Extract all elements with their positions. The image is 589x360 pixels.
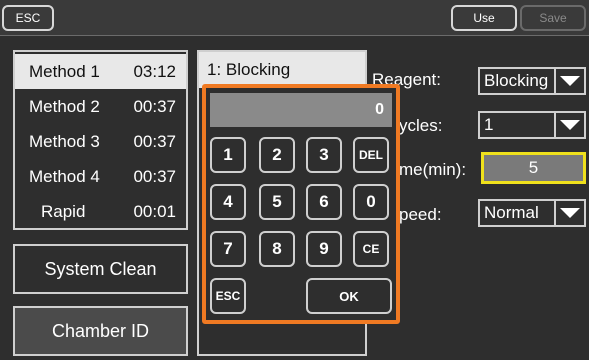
cycles-value: 1 xyxy=(484,115,494,134)
method-list: Method 1 03:12 Method 2 00:37 Method 3 0… xyxy=(13,50,188,230)
method-time: 00:37 xyxy=(133,96,176,116)
key-0[interactable]: 0 xyxy=(353,184,389,220)
esc-button[interactable]: ESC xyxy=(2,5,54,31)
time-label: me(min): xyxy=(399,160,467,179)
cycles-dropdown[interactable]: 1 xyxy=(478,111,586,139)
use-button[interactable]: Use xyxy=(451,5,517,31)
key-esc[interactable]: ESC xyxy=(210,278,246,314)
key-4[interactable]: 4 xyxy=(210,184,246,220)
time-input[interactable]: 5 xyxy=(481,152,586,184)
key-2[interactable]: 2 xyxy=(259,137,295,173)
method-time: 00:01 xyxy=(133,201,176,221)
method-name: Rapid xyxy=(41,201,86,221)
method-name: Method 1 xyxy=(29,61,100,81)
chevron-down-icon xyxy=(554,201,584,225)
key-5[interactable]: 5 xyxy=(259,184,295,220)
speed-value: Normal xyxy=(484,203,539,222)
key-7[interactable]: 7 xyxy=(210,231,246,267)
method-item-rapid[interactable]: Rapid 00:01 xyxy=(15,194,186,229)
save-button[interactable]: Save xyxy=(520,5,586,31)
key-ok[interactable]: OK xyxy=(306,278,392,314)
chevron-down-icon xyxy=(554,69,584,93)
method-item-4[interactable]: Method 4 00:37 xyxy=(15,159,186,194)
method-time: 03:12 xyxy=(133,61,176,81)
speed-label: peed: xyxy=(399,205,442,224)
reagent-value: Blocking xyxy=(484,71,549,90)
method-name: Method 3 xyxy=(29,131,100,151)
method-time: 00:37 xyxy=(133,131,176,151)
method-item-1[interactable]: Method 1 03:12 xyxy=(15,54,186,89)
reagent-dropdown[interactable]: Blocking xyxy=(478,67,586,95)
method-name: Method 4 xyxy=(29,166,100,186)
method-time: 00:37 xyxy=(133,166,176,186)
key-8[interactable]: 8 xyxy=(259,231,295,267)
method-name: Method 2 xyxy=(29,96,100,116)
step-item-1[interactable]: 1: Blocking xyxy=(199,52,365,88)
key-3[interactable]: 3 xyxy=(306,137,342,173)
cycles-label: ycles: xyxy=(399,116,443,135)
chevron-down-icon xyxy=(554,113,584,137)
speed-dropdown[interactable]: Normal xyxy=(478,199,586,227)
keypad-display: 0 xyxy=(210,93,392,127)
key-ce[interactable]: CE xyxy=(353,231,389,267)
chamber-id-button[interactable]: Chamber ID xyxy=(13,306,188,356)
key-del[interactable]: DEL xyxy=(353,137,389,173)
system-clean-button[interactable]: System Clean xyxy=(13,244,188,294)
key-6[interactable]: 6 xyxy=(306,184,342,220)
key-9[interactable]: 9 xyxy=(306,231,342,267)
method-item-3[interactable]: Method 3 00:37 xyxy=(15,124,186,159)
method-item-2[interactable]: Method 2 00:37 xyxy=(15,89,186,124)
key-1[interactable]: 1 xyxy=(210,137,246,173)
